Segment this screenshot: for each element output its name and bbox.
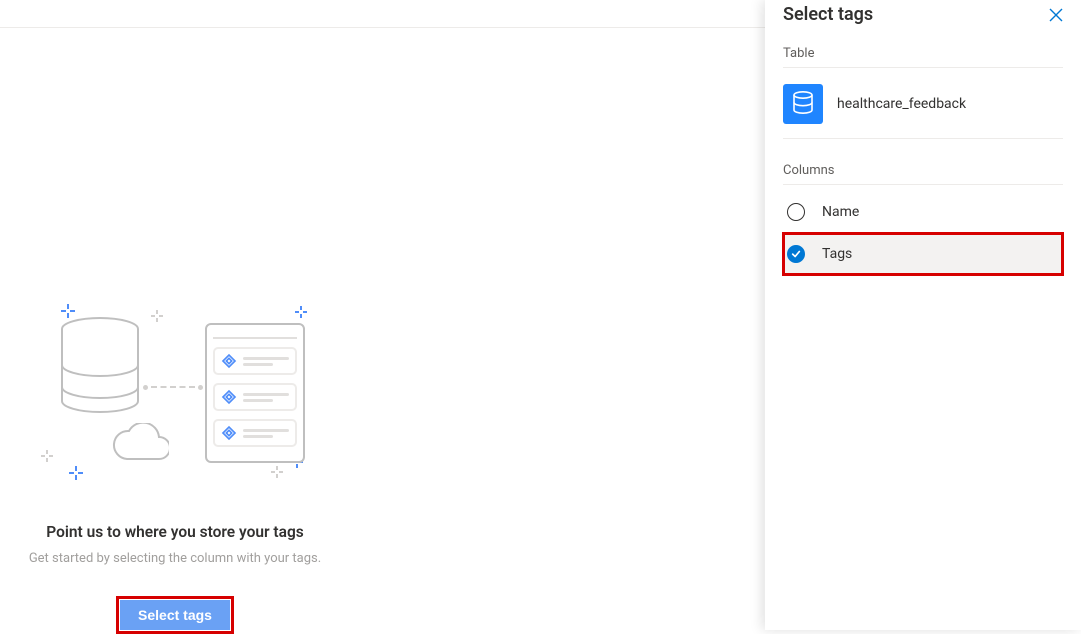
table-name: healthcare_feedback xyxy=(837,96,966,112)
database-icon xyxy=(783,84,823,124)
table-section-label: Table xyxy=(783,46,1063,68)
close-icon[interactable] xyxy=(1049,4,1063,26)
spark-icon xyxy=(295,303,307,322)
empty-state: Point us to where you store your tags Ge… xyxy=(0,303,350,634)
spark-icon xyxy=(41,447,53,466)
column-option-tags[interactable]: Tags xyxy=(783,233,1063,275)
spark-icon xyxy=(151,307,163,326)
column-label: Name xyxy=(822,204,859,220)
empty-state-title: Point us to where you store your tags xyxy=(0,523,350,541)
spark-icon xyxy=(271,463,283,482)
panel-title: Select tags xyxy=(783,4,873,25)
highlight-frame: Select tags xyxy=(116,596,234,634)
columns-section-label: Columns xyxy=(783,163,1063,185)
tag-icon xyxy=(221,389,237,405)
select-tags-panel: Select tags Table healthcare_feedback Co… xyxy=(765,0,1081,630)
empty-state-subtitle: Get started by selecting the column with… xyxy=(0,551,350,566)
document-icon xyxy=(205,323,305,463)
cloud-icon xyxy=(109,423,169,463)
empty-state-illustration xyxy=(25,303,325,483)
select-tags-button[interactable]: Select tags xyxy=(120,600,230,630)
radio-unchecked-icon xyxy=(787,203,805,221)
main-content: Point us to where you store your tags Ge… xyxy=(0,28,765,630)
column-option-name[interactable]: Name xyxy=(783,191,1063,233)
table-row[interactable]: healthcare_feedback xyxy=(783,74,1063,139)
connector-line xyxy=(143,385,203,389)
database-icon xyxy=(59,317,141,437)
radio-checked-icon xyxy=(787,245,805,263)
tag-icon xyxy=(221,353,237,369)
column-label: Tags xyxy=(822,246,852,262)
tag-icon xyxy=(221,425,237,441)
spark-icon xyxy=(69,465,83,484)
